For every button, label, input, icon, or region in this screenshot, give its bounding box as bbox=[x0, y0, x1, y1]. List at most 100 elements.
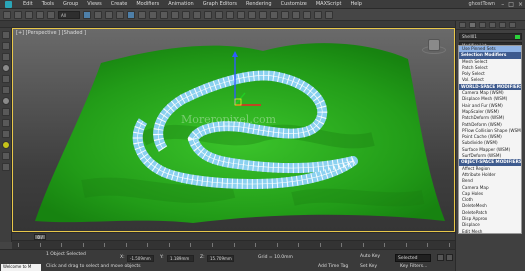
menu-item-animation[interactable]: Animation bbox=[168, 1, 194, 7]
hierarchy-tab-icon[interactable] bbox=[479, 22, 486, 28]
time-slider[interactable]: 0 / 100 bbox=[12, 232, 455, 245]
modifier-list-item[interactable]: Edit Mesh bbox=[459, 229, 521, 233]
sphere-icon[interactable] bbox=[2, 97, 10, 105]
create-tab-icon[interactable] bbox=[459, 22, 466, 28]
align-icon[interactable] bbox=[248, 10, 256, 19]
reference-coordinate-icon[interactable] bbox=[160, 10, 168, 19]
maximize-icon[interactable]: □ bbox=[508, 1, 514, 8]
schematic-view-icon[interactable] bbox=[281, 10, 289, 19]
layer-icon[interactable] bbox=[2, 53, 10, 61]
yellow-sphere-icon[interactable] bbox=[2, 141, 10, 149]
menu-item-help[interactable]: Help bbox=[351, 1, 362, 7]
link-icon[interactable] bbox=[25, 10, 33, 19]
light-bulb-icon[interactable] bbox=[2, 64, 10, 72]
timeline-tick bbox=[298, 243, 300, 247]
timeline-tick bbox=[39, 243, 41, 247]
rendered-frame-window-icon[interactable] bbox=[314, 10, 322, 19]
menu-item-graph-editors[interactable]: Graph Editors bbox=[203, 1, 237, 7]
add-time-tag-button[interactable]: Add Time Tag bbox=[318, 264, 348, 269]
angle-snap-icon[interactable] bbox=[193, 10, 201, 19]
spacewarp-icon[interactable] bbox=[2, 130, 10, 138]
timeline-tick bbox=[276, 243, 278, 247]
snaps-toggle-icon[interactable] bbox=[182, 10, 190, 19]
key-filters-button[interactable]: Key Filters... bbox=[400, 264, 427, 269]
timeline-tick bbox=[125, 243, 127, 247]
named-selection-icon[interactable] bbox=[226, 10, 234, 19]
close-icon[interactable]: × bbox=[518, 1, 523, 8]
select-by-name-icon[interactable] bbox=[94, 10, 102, 19]
timeline-tick bbox=[449, 243, 450, 247]
minimize-icon[interactable]: – bbox=[501, 1, 504, 8]
selection-filter-dropdown[interactable]: All bbox=[58, 10, 80, 19]
redo-icon[interactable] bbox=[14, 10, 22, 19]
move-icon[interactable] bbox=[127, 10, 135, 19]
auto-key-button[interactable]: Auto Key bbox=[360, 254, 380, 259]
rotate-icon[interactable] bbox=[138, 10, 146, 19]
percent-snap-icon[interactable] bbox=[204, 10, 212, 19]
object-color-swatch[interactable] bbox=[515, 35, 520, 39]
timeline-tick bbox=[427, 243, 429, 247]
bind-spacewarp-icon[interactable] bbox=[47, 10, 55, 19]
select-object-icon[interactable] bbox=[83, 10, 91, 19]
pivot-center-icon[interactable] bbox=[171, 10, 179, 19]
motion-tab-icon[interactable] bbox=[489, 22, 496, 28]
display-tab-icon[interactable] bbox=[499, 22, 506, 28]
shape-icon[interactable] bbox=[2, 108, 10, 116]
undo-icon[interactable] bbox=[3, 10, 11, 19]
play-icon[interactable] bbox=[446, 254, 453, 261]
object-name-field[interactable]: Shell01 bbox=[459, 33, 522, 40]
z-coordinate-field[interactable]: 15.709mm bbox=[207, 255, 234, 262]
workspace-name[interactable]: ghostTown bbox=[469, 1, 496, 7]
timeline-tick bbox=[405, 243, 407, 247]
x-coordinate-field[interactable]: -1.509mm bbox=[127, 255, 154, 262]
viewport-label[interactable]: [+] [Perspective ] [Shaded ] bbox=[16, 30, 86, 36]
track-bar[interactable] bbox=[12, 240, 455, 249]
unlink-icon[interactable] bbox=[36, 10, 44, 19]
misc-icon[interactable] bbox=[2, 163, 10, 171]
main-toolbar: All bbox=[0, 9, 525, 21]
selected-dropdown[interactable]: Selected bbox=[395, 254, 431, 262]
app-logo-icon[interactable] bbox=[2, 0, 14, 8]
helper-icon[interactable] bbox=[2, 86, 10, 94]
menu-item-edit[interactable]: Edit bbox=[23, 1, 33, 7]
box-icon[interactable] bbox=[2, 75, 10, 83]
menu-item-customize[interactable]: Customize bbox=[281, 1, 307, 7]
z-label: Z: bbox=[200, 255, 205, 260]
layer-explorer-icon[interactable] bbox=[259, 10, 267, 19]
set-key-button[interactable]: Set Key bbox=[360, 264, 377, 269]
mirror-icon[interactable] bbox=[237, 10, 245, 19]
camera-icon[interactable] bbox=[2, 119, 10, 127]
timeline-tick bbox=[168, 243, 170, 247]
system-icon[interactable] bbox=[2, 152, 10, 160]
menu-item-create[interactable]: Create bbox=[111, 1, 128, 7]
timeline-tick bbox=[255, 243, 257, 247]
menu-item-group[interactable]: Group bbox=[63, 1, 78, 7]
window-controls: – □ × bbox=[501, 1, 523, 8]
viewcube-icon[interactable] bbox=[428, 39, 440, 51]
y-coordinate-field[interactable]: 1.189mm bbox=[167, 255, 194, 262]
render-setup-icon[interactable] bbox=[303, 10, 311, 19]
spinner-snap-icon[interactable] bbox=[215, 10, 223, 19]
go-to-start-icon[interactable] bbox=[437, 254, 444, 261]
status-bar: Welcome to M 1 Object Selected Click and… bbox=[0, 249, 455, 271]
scene-explorer-icon[interactable] bbox=[2, 31, 10, 39]
menu-item-maxscript[interactable]: MAXScript bbox=[316, 1, 342, 7]
timeline-tick bbox=[147, 243, 149, 247]
rectangular-selection-icon[interactable] bbox=[105, 10, 113, 19]
timeline-tick bbox=[18, 243, 19, 247]
curve-editor-icon[interactable] bbox=[270, 10, 278, 19]
utilities-tab-icon[interactable] bbox=[509, 22, 516, 28]
menu-bar: Edit Tools Group Views Create Modifiers Animat… bbox=[0, 0, 525, 9]
menu-item-tools[interactable]: Tools bbox=[42, 1, 54, 7]
material-editor-icon[interactable] bbox=[292, 10, 300, 19]
maxscript-listener[interactable]: Welcome to M bbox=[1, 264, 41, 271]
perspective-viewport[interactable]: [+] [Perspective ] [Shaded ] Moreropixel… bbox=[12, 28, 455, 232]
menu-item-rendering[interactable]: Rendering bbox=[246, 1, 272, 7]
menu-item-views[interactable]: Views bbox=[87, 1, 101, 7]
render-production-icon[interactable] bbox=[325, 10, 333, 19]
menu-item-modifiers[interactable]: Modifiers bbox=[136, 1, 159, 7]
modify-tab-icon[interactable] bbox=[469, 22, 476, 28]
display-floater-icon[interactable] bbox=[2, 42, 10, 50]
scale-icon[interactable] bbox=[149, 10, 157, 19]
window-crossing-icon[interactable] bbox=[116, 10, 124, 19]
